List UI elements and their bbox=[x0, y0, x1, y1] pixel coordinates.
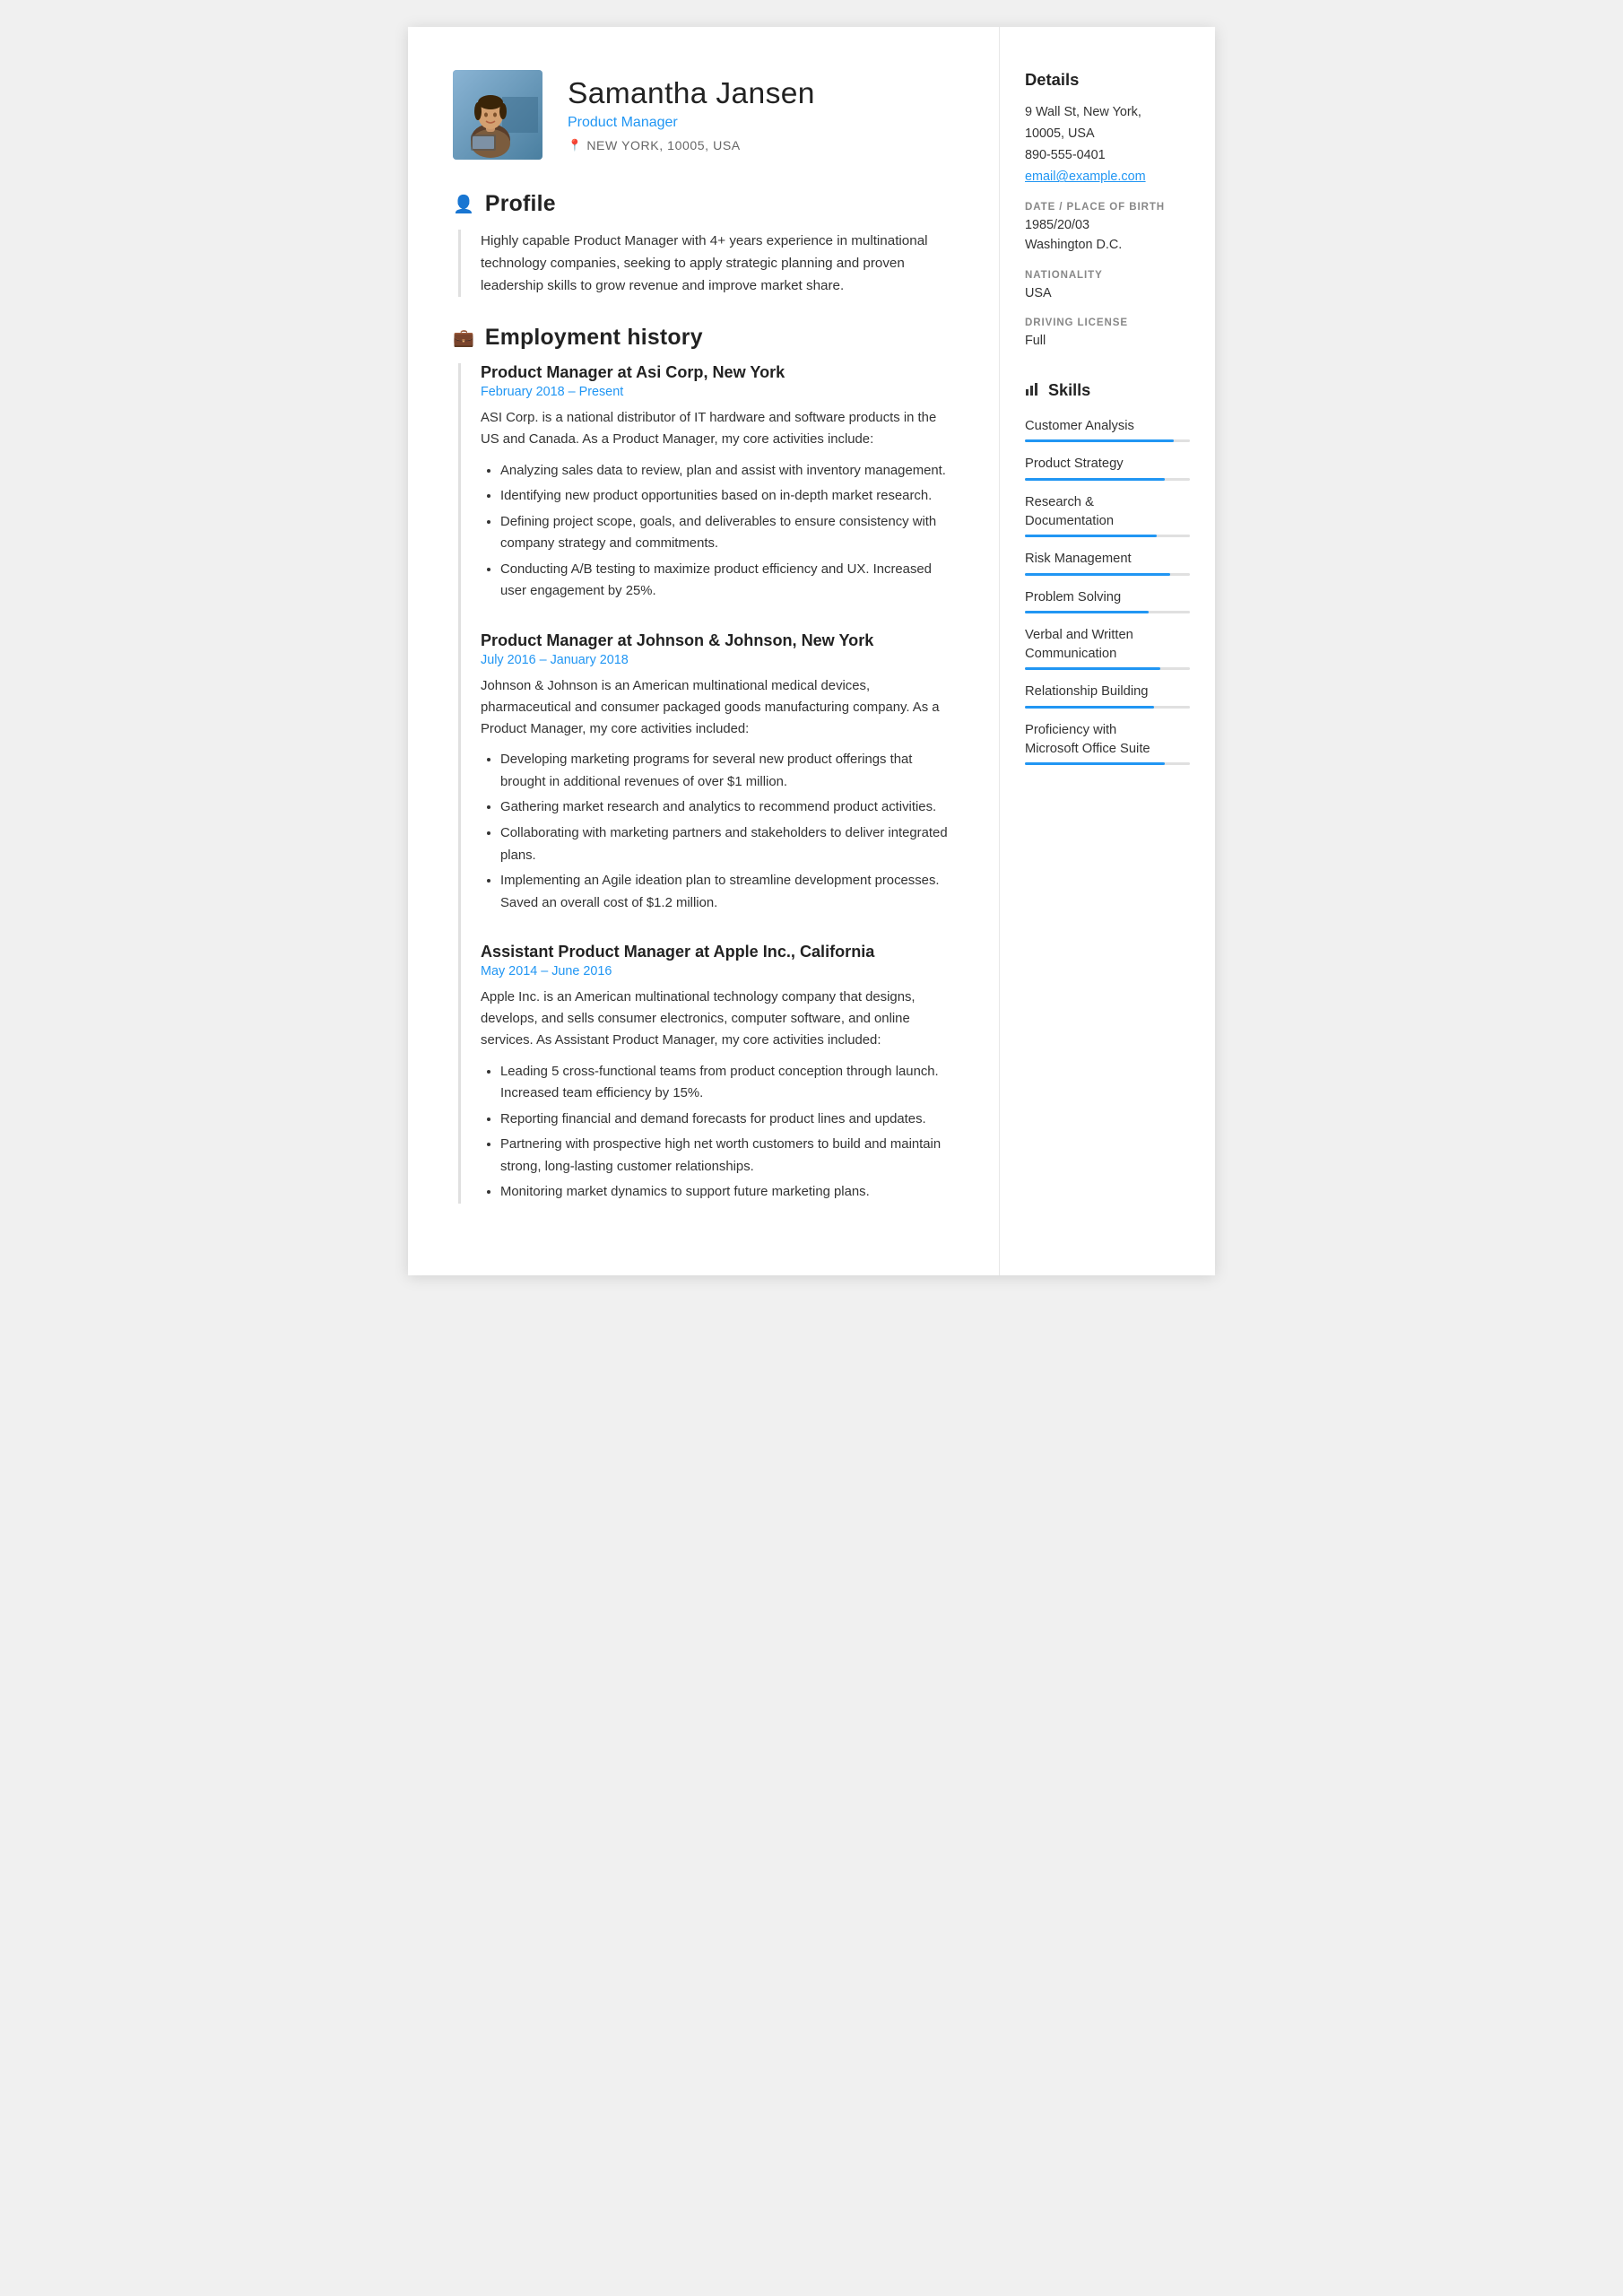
job-bullet: Collaborating with marketing partners an… bbox=[500, 822, 954, 866]
skill-item: Relationship Building bbox=[1025, 683, 1190, 709]
details-title: Details bbox=[1025, 70, 1190, 90]
sidebar: Details 9 Wall St, New York,10005, USA89… bbox=[1000, 27, 1215, 1275]
skill-bar-fill bbox=[1025, 667, 1160, 670]
profile-section: 👤 Profile Highly capable Product Manager… bbox=[453, 192, 954, 297]
skill-item: Product Strategy bbox=[1025, 455, 1190, 481]
job-dates: July 2016 – January 2018 bbox=[481, 653, 954, 667]
skill-bar-background bbox=[1025, 478, 1190, 481]
job-bullet: Implementing an Agile ideation plan to s… bbox=[500, 870, 954, 914]
resume-container: Samantha Jansen Product Manager 📍 NEW YO… bbox=[408, 27, 1215, 1275]
skill-bar-background bbox=[1025, 667, 1190, 670]
skill-bar-fill bbox=[1025, 535, 1157, 537]
skill-bar-fill bbox=[1025, 478, 1165, 481]
skill-name: Risk Management bbox=[1025, 550, 1190, 569]
job-item: Assistant Product Manager at Apple Inc.,… bbox=[481, 943, 954, 1204]
skills-section: Skills Customer Analysis Product Strategy… bbox=[1025, 380, 1190, 766]
dob-value: 1985/20/03Washington D.C. bbox=[1025, 216, 1190, 255]
header-name: Samantha Jansen bbox=[568, 77, 954, 111]
job-bullet: Partnering with prospective high net wor… bbox=[500, 1134, 954, 1178]
skill-bar-fill bbox=[1025, 439, 1174, 442]
skill-item: Proficiency withMicrosoft Office Suite bbox=[1025, 721, 1190, 765]
skill-name: Verbal and WrittenCommunication bbox=[1025, 626, 1190, 663]
skill-name: Relationship Building bbox=[1025, 683, 1190, 701]
skill-bar-fill bbox=[1025, 611, 1149, 613]
skill-bar-background bbox=[1025, 535, 1190, 537]
job-item: Product Manager at Johnson & Johnson, Ne… bbox=[481, 631, 954, 914]
job-dates: May 2014 – June 2016 bbox=[481, 964, 954, 978]
header-title: Product Manager bbox=[568, 115, 954, 131]
job-description: ASI Corp. is a national distributor of I… bbox=[481, 408, 954, 451]
skill-name: Problem Solving bbox=[1025, 588, 1190, 607]
skill-item: Risk Management bbox=[1025, 550, 1190, 576]
jobs-container: Product Manager at Asi Corp, New York Feb… bbox=[481, 363, 954, 1203]
license-value: Full bbox=[1025, 332, 1190, 352]
job-description: Apple Inc. is an American multinational … bbox=[481, 987, 954, 1051]
employment-body: Product Manager at Asi Corp, New York Feb… bbox=[458, 363, 954, 1203]
employment-title: Employment history bbox=[485, 326, 703, 351]
skill-name: Customer Analysis bbox=[1025, 417, 1190, 436]
job-bullet: Defining project scope, goals, and deliv… bbox=[500, 511, 954, 555]
location-text: NEW YORK, 10005, USA bbox=[586, 138, 740, 152]
details-email[interactable]: email@example.com bbox=[1025, 170, 1190, 184]
skill-name: Product Strategy bbox=[1025, 455, 1190, 474]
skill-name: Proficiency withMicrosoft Office Suite bbox=[1025, 721, 1190, 758]
job-bullet: Monitoring market dynamics to support fu… bbox=[500, 1181, 954, 1204]
details-address: 9 Wall St, New York,10005, USA890-555-04… bbox=[1025, 102, 1190, 166]
profile-text: Highly capable Product Manager with 4+ y… bbox=[481, 230, 954, 297]
main-content: Samantha Jansen Product Manager 📍 NEW YO… bbox=[408, 27, 1000, 1275]
skill-item: Customer Analysis bbox=[1025, 417, 1190, 443]
skill-bar-fill bbox=[1025, 573, 1170, 576]
skills-icon bbox=[1025, 380, 1041, 401]
job-bullet: Developing marketing programs for severa… bbox=[500, 749, 954, 793]
job-bullet: Reporting financial and demand forecasts… bbox=[500, 1109, 954, 1131]
job-bullet: Analyzing sales data to review, plan and… bbox=[500, 460, 954, 483]
employment-section: 💼 Employment history Product Manager at … bbox=[453, 326, 954, 1203]
skill-item: Verbal and WrittenCommunication bbox=[1025, 626, 1190, 670]
skill-bar-background bbox=[1025, 762, 1190, 765]
job-bullets: Analyzing sales data to review, plan and… bbox=[481, 460, 954, 603]
job-title: Assistant Product Manager at Apple Inc.,… bbox=[481, 943, 954, 961]
skills-container: Customer Analysis Product Strategy Researc… bbox=[1025, 417, 1190, 766]
header-location: 📍 NEW YORK, 10005, USA bbox=[568, 138, 954, 152]
header-info: Samantha Jansen Product Manager 📍 NEW YO… bbox=[568, 77, 954, 152]
profile-icon: 👤 bbox=[453, 194, 474, 215]
skills-title-row: Skills bbox=[1025, 380, 1190, 401]
profile-title: Profile bbox=[485, 192, 556, 217]
employment-icon: 💼 bbox=[453, 327, 474, 349]
skills-title: Skills bbox=[1048, 381, 1090, 400]
skill-item: Problem Solving bbox=[1025, 588, 1190, 614]
skill-name: Research &Documentation bbox=[1025, 493, 1190, 530]
skill-bar-background bbox=[1025, 573, 1190, 576]
location-icon: 📍 bbox=[568, 139, 582, 152]
skill-bar-fill bbox=[1025, 706, 1154, 709]
job-title: Product Manager at Johnson & Johnson, Ne… bbox=[481, 631, 954, 650]
skill-bar-background bbox=[1025, 611, 1190, 613]
nationality-label: NATIONALITY bbox=[1025, 270, 1190, 281]
avatar bbox=[453, 70, 542, 160]
job-bullet: Leading 5 cross-functional teams from pr… bbox=[500, 1061, 954, 1105]
nationality-value: USA bbox=[1025, 284, 1190, 304]
header: Samantha Jansen Product Manager 📍 NEW YO… bbox=[453, 70, 954, 160]
job-bullets: Leading 5 cross-functional teams from pr… bbox=[481, 1061, 954, 1204]
job-item: Product Manager at Asi Corp, New York Feb… bbox=[481, 363, 954, 603]
skill-item: Research &Documentation bbox=[1025, 493, 1190, 537]
skill-bar-background bbox=[1025, 439, 1190, 442]
job-dates: February 2018 – Present bbox=[481, 385, 954, 399]
skill-bar-background bbox=[1025, 706, 1190, 709]
job-bullet: Identifying new product opportunities ba… bbox=[500, 485, 954, 508]
profile-body: Highly capable Product Manager with 4+ y… bbox=[458, 230, 954, 297]
skill-bar-fill bbox=[1025, 762, 1165, 765]
job-bullets: Developing marketing programs for severa… bbox=[481, 749, 954, 914]
job-bullet: Conducting A/B testing to maximize produ… bbox=[500, 559, 954, 603]
job-title: Product Manager at Asi Corp, New York bbox=[481, 363, 954, 382]
job-bullet: Gathering market research and analytics … bbox=[500, 796, 954, 819]
profile-section-header: 👤 Profile bbox=[453, 192, 954, 217]
dob-label: DATE / PLACE OF BIRTH bbox=[1025, 202, 1190, 213]
license-label: DRIVING LICENSE bbox=[1025, 317, 1190, 328]
job-description: Johnson & Johnson is an American multina… bbox=[481, 676, 954, 740]
employment-section-header: 💼 Employment history bbox=[453, 326, 954, 351]
